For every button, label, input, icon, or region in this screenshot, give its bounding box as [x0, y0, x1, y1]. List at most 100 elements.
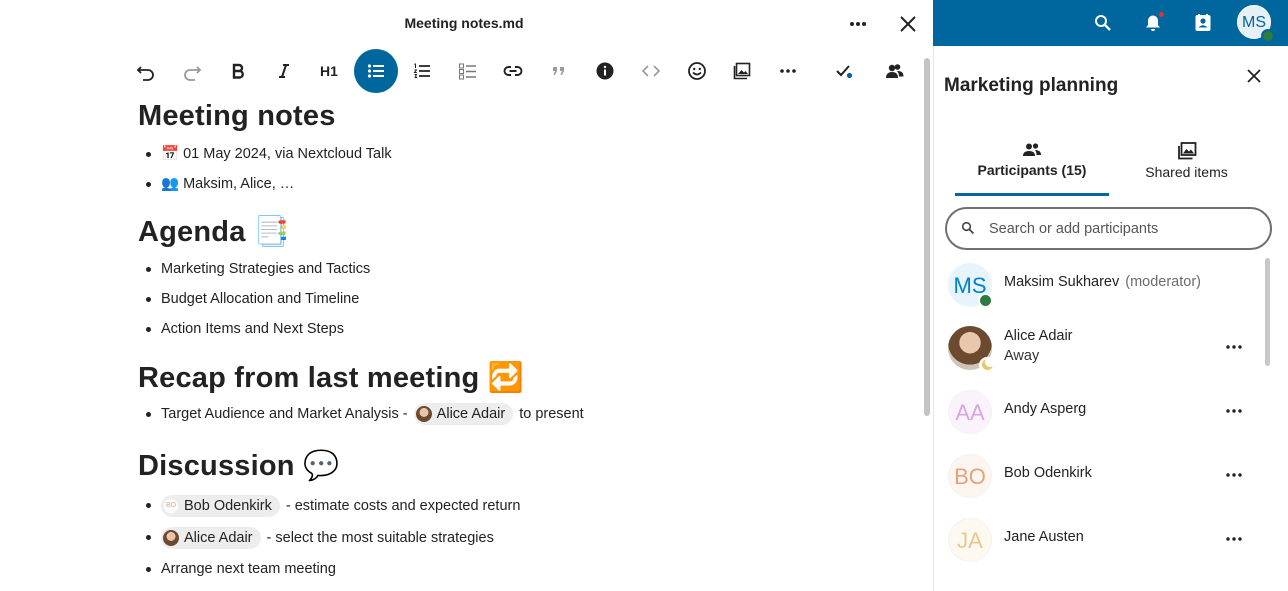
avatar: [163, 530, 179, 547]
document-content[interactable]: Meeting notes 📅 01 May 2024, via Nextclo…: [138, 98, 918, 584]
document-heading: Meeting notes: [138, 100, 336, 132]
participants-scrollbar[interactable]: [1265, 258, 1270, 366]
task-list-button[interactable]: [446, 48, 490, 94]
participant-name: Alice Adair: [1004, 328, 1073, 344]
recap-list: Target Audience and Market Analysis - Al…: [138, 399, 918, 429]
text-editor: Meeting notes.md H1 Meeting notes 📅 01 M…: [0, 0, 933, 591]
info-icon: [596, 62, 614, 80]
shared-items-icon: [1177, 142, 1196, 160]
agenda-list: Marketing Strategies and Tactics Budget …: [138, 254, 918, 344]
mention-name: Bob Odenkirk: [184, 498, 272, 515]
list-item: Target Audience and Market Analysis - Al…: [138, 399, 918, 429]
participant-actions-button[interactable]: [1220, 525, 1248, 553]
recap-heading: Recap from last meeting 🔁: [138, 362, 524, 394]
avatar-initials: AA: [955, 400, 985, 425]
list-item: 👥 Maksim, Alice, …: [138, 169, 918, 199]
bullet-list-icon: [367, 64, 384, 78]
participant-search: [945, 207, 1272, 250]
participant-name: Maksim Sukharev (moderator): [1004, 274, 1201, 290]
tab-participants[interactable]: Participants (15): [955, 136, 1109, 196]
participant-row[interactable]: Alice Adair Away: [948, 315, 1263, 379]
user-mention[interactable]: Alice Adair: [413, 403, 514, 426]
bullet-list-button[interactable]: [354, 48, 398, 94]
link-button[interactable]: [491, 48, 535, 94]
tab-label: Participants (15): [977, 162, 1087, 178]
ordered-list-button[interactable]: [400, 48, 444, 94]
code-button[interactable]: [629, 48, 673, 94]
active-tab-indicator: [955, 193, 1109, 196]
participant-row[interactable]: MS Maksim Sukharev (moderator): [948, 252, 1263, 316]
name-text: Maksim Sukharev: [1004, 274, 1120, 290]
bold-button[interactable]: [216, 48, 260, 94]
close-icon: [900, 16, 916, 32]
item-text: - select the most suitable strategies: [262, 530, 494, 546]
undo-button[interactable]: [124, 48, 168, 94]
participant-name: Andy Asperg: [1004, 401, 1087, 417]
more-icon: [1226, 473, 1242, 477]
online-status-icon: [978, 293, 993, 308]
emoji-button[interactable]: [675, 48, 719, 94]
participant-row[interactable]: JA Jane Austen: [948, 507, 1263, 571]
search-icon: [961, 221, 975, 235]
away-status-icon: [979, 357, 995, 373]
search-participants-input[interactable]: [989, 209, 1259, 248]
discussion-heading: Discussion 💬: [138, 450, 340, 482]
search-button[interactable]: [1087, 8, 1119, 38]
more-icon: [780, 69, 796, 73]
avatar: [948, 326, 995, 373]
contacts-button[interactable]: [1187, 8, 1219, 38]
conversation-sidebar: Marketing planning Participants (15) Sha…: [933, 46, 1288, 591]
list-item: Arrange next team meeting: [138, 554, 918, 584]
sessions-button[interactable]: [873, 48, 917, 94]
callout-button[interactable]: [583, 48, 627, 94]
avatar-initials: JA: [957, 528, 983, 553]
participant-actions-button[interactable]: [1220, 397, 1248, 425]
discussion-list: BO Bob Odenkirk - estimate costs and expe…: [138, 490, 918, 584]
item-text: Target Audience and Market Analysis -: [161, 406, 412, 422]
participant-actions-button[interactable]: [1220, 333, 1248, 361]
avatar-initials: MS: [1242, 14, 1266, 31]
notifications-button[interactable]: [1137, 8, 1169, 38]
agenda-heading: Agenda 📑: [138, 216, 291, 248]
notification-dot: [1158, 11, 1165, 18]
tab-label: Shared items: [1145, 164, 1228, 180]
user-mention[interactable]: Alice Adair: [161, 527, 261, 550]
emoji-icon: [688, 62, 706, 80]
user-menu-avatar[interactable]: MS: [1237, 5, 1275, 43]
check-icon: [836, 65, 853, 79]
link-icon: [503, 66, 523, 76]
redo-button[interactable]: [170, 48, 214, 94]
item-text: to present: [515, 406, 584, 422]
image-button[interactable]: [720, 48, 764, 94]
more-formatting-button[interactable]: [766, 48, 810, 94]
saved-status-button[interactable]: [822, 48, 866, 94]
close-sidebar-button[interactable]: [1240, 62, 1268, 90]
list-item: Alice Adair - select the most suitable s…: [138, 522, 918, 554]
participant-row[interactable]: BO Bob Odenkirk: [948, 443, 1263, 507]
document-title: Meeting notes.md: [404, 15, 524, 31]
tab-shared-items[interactable]: Shared items: [1114, 136, 1259, 196]
users-icon: [886, 64, 904, 78]
avatar: MS: [948, 263, 993, 308]
close-document-button[interactable]: [892, 8, 924, 40]
document-actions-button[interactable]: [842, 8, 874, 40]
participant-actions-button[interactable]: [1220, 461, 1248, 489]
heading-button[interactable]: H1: [307, 48, 351, 94]
participant-status: Away: [1004, 348, 1040, 364]
mention-name: Alice Adair: [184, 530, 253, 547]
editor-scrollbar[interactable]: [924, 58, 930, 416]
top-header: MS: [933, 0, 1288, 46]
list-item: Budget Allocation and Timeline: [138, 284, 918, 314]
search-icon: [1095, 15, 1111, 31]
participant-name: Jane Austen: [1004, 529, 1084, 545]
user-mention[interactable]: BO Bob Odenkirk: [161, 495, 280, 518]
code-icon: [641, 65, 661, 77]
list-item: BO Bob Odenkirk - estimate costs and expe…: [138, 490, 918, 522]
blockquote-button[interactable]: [537, 48, 581, 94]
list-item: 📅 01 May 2024, via Nextcloud Talk: [138, 139, 918, 169]
italic-button[interactable]: [262, 48, 306, 94]
image-icon: [733, 62, 751, 80]
avatar: AA: [948, 390, 992, 434]
avatar: BO: [948, 454, 992, 498]
participant-row[interactable]: AA Andy Asperg: [948, 379, 1263, 443]
